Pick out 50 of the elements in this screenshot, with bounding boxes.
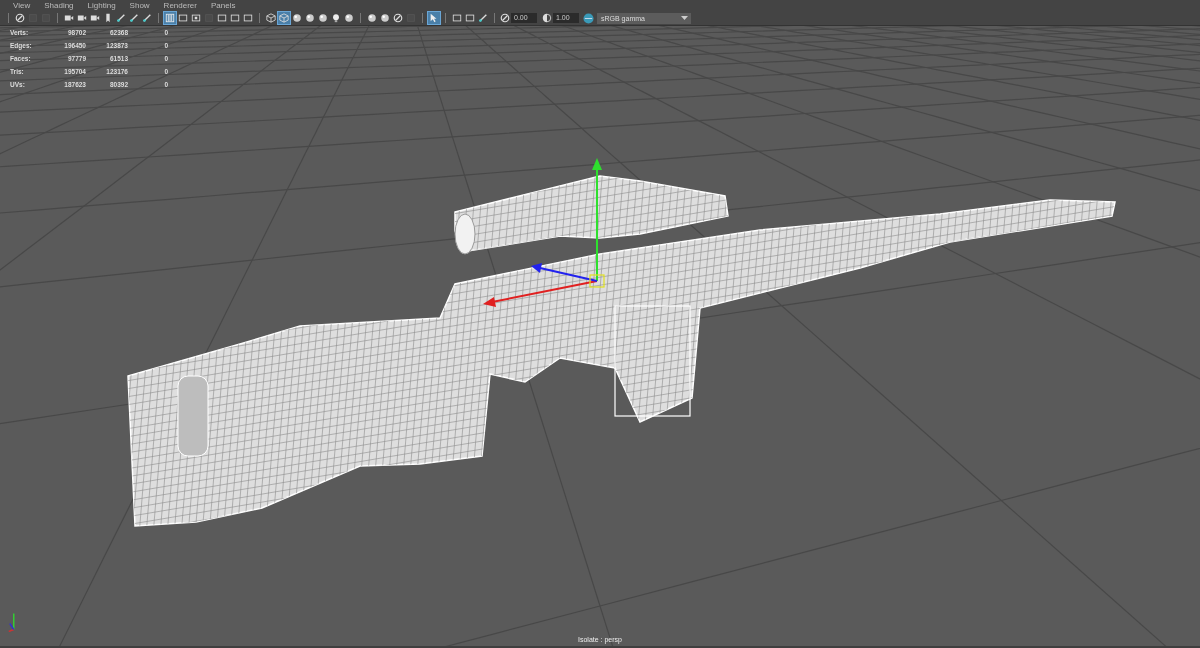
toolbar-button[interactable] xyxy=(265,12,277,24)
sphere-icon xyxy=(367,13,377,23)
pen-icon xyxy=(129,13,139,23)
gamma-icon xyxy=(542,13,552,23)
pen-icon xyxy=(478,13,488,23)
sphere-icon xyxy=(344,13,354,23)
toolbar-button[interactable] xyxy=(317,12,329,24)
cube-icon xyxy=(279,13,289,23)
sphere-icon xyxy=(318,13,328,23)
frame-icon xyxy=(178,13,188,23)
bookmark-icon xyxy=(103,13,113,23)
toolbar-button[interactable] xyxy=(216,12,228,24)
move-manipulator-icon xyxy=(483,158,605,307)
light-bulb-icon xyxy=(331,13,341,23)
toolbar-button[interactable] xyxy=(330,12,342,24)
toolbar-button[interactable] xyxy=(343,12,355,24)
menu-item[interactable]: Renderer xyxy=(156,0,204,11)
grid-icon xyxy=(165,13,175,23)
menu-item[interactable]: Shading xyxy=(37,0,81,11)
sphere-icon xyxy=(305,13,315,23)
axis-icon xyxy=(8,613,15,632)
menu-item[interactable]: View xyxy=(6,0,38,11)
toolbar-button[interactable] xyxy=(464,12,476,24)
camera-icon xyxy=(77,13,87,23)
cube-icon xyxy=(266,13,276,23)
toolbar-button[interactable] xyxy=(190,12,202,24)
toolbar-button[interactable] xyxy=(366,12,378,24)
toolbar-button[interactable] xyxy=(304,12,316,24)
camera-icon xyxy=(64,13,74,23)
toolbar-button[interactable] xyxy=(242,12,254,24)
sphere-icon xyxy=(292,13,302,23)
camera-icon xyxy=(90,13,100,23)
toolbar-button[interactable] xyxy=(141,12,153,24)
color-management-icon[interactable] xyxy=(583,12,594,24)
frame-dot-icon xyxy=(191,13,201,23)
toolbar-button[interactable] xyxy=(291,12,303,24)
toolbar-button[interactable] xyxy=(477,12,489,24)
menu-item[interactable]: Lighting xyxy=(80,0,123,11)
caret-icon xyxy=(681,15,688,21)
menu-item[interactable]: Show xyxy=(122,0,157,11)
toolbar-button[interactable] xyxy=(115,12,127,24)
sphere-icon xyxy=(380,13,390,23)
toolbar-button[interactable] xyxy=(177,12,189,24)
toolbar-button[interactable] xyxy=(379,12,391,24)
menu-item[interactable]: Panels xyxy=(203,0,243,11)
toolbar-button[interactable] xyxy=(229,12,241,24)
toolbar-button[interactable] xyxy=(128,12,140,24)
pen-icon xyxy=(116,13,126,23)
toolbar-button[interactable] xyxy=(451,12,463,24)
pen-icon xyxy=(142,13,152,23)
